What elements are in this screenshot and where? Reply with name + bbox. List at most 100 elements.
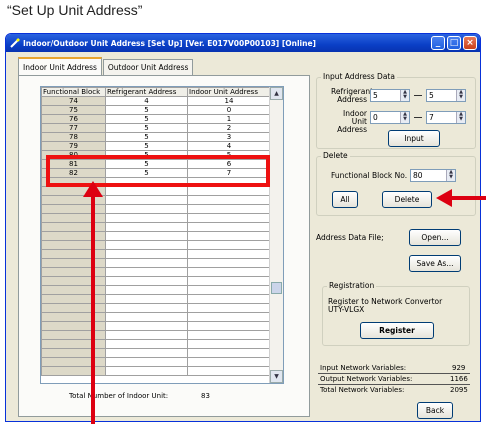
empty-cell[interactable] xyxy=(187,357,271,367)
empty-cell[interactable] xyxy=(105,276,188,286)
maximize-icon[interactable]: □ xyxy=(447,36,461,50)
empty-cell[interactable] xyxy=(187,222,271,232)
empty-cell[interactable] xyxy=(187,339,271,349)
empty-cell[interactable] xyxy=(105,303,188,313)
empty-cell[interactable] xyxy=(187,195,271,205)
cell-refrigerant-address[interactable]: 5 xyxy=(105,105,188,115)
empty-cell[interactable] xyxy=(187,231,271,241)
empty-cell[interactable] xyxy=(41,366,106,376)
empty-cell[interactable] xyxy=(41,357,106,367)
empty-cell[interactable] xyxy=(187,312,271,322)
cell-functional-block[interactable]: 79 xyxy=(41,141,106,151)
col-header-indoor-unit-address[interactable]: Indoor Unit Address xyxy=(187,87,271,97)
refrigerant-from-stepper[interactable]: 5 ▲ ▼ xyxy=(370,89,410,102)
empty-row[interactable] xyxy=(41,240,271,250)
empty-cell[interactable] xyxy=(105,285,188,295)
col-header-refrigerant-address[interactable]: Refrigerant Address xyxy=(105,87,188,97)
empty-cell[interactable] xyxy=(105,294,188,304)
cell-indoor-unit-address[interactable]: 1 xyxy=(187,114,271,124)
table-row[interactable]: 81 5 6 xyxy=(41,159,271,169)
refrigerant-to-stepper[interactable]: 5 ▲ ▼ xyxy=(426,89,466,102)
input-button[interactable]: Input xyxy=(388,130,440,147)
scroll-down-icon[interactable]: ▼ xyxy=(270,370,283,383)
cell-refrigerant-address[interactable]: 5 xyxy=(105,132,188,142)
table-row[interactable]: 77 5 2 xyxy=(41,123,271,133)
stepper-arrows-icon[interactable]: ▲ ▼ xyxy=(456,112,465,123)
empty-row[interactable] xyxy=(41,348,271,358)
empty-cell[interactable] xyxy=(41,312,106,322)
empty-cell[interactable] xyxy=(187,348,271,358)
empty-cell[interactable] xyxy=(105,267,188,277)
empty-cell[interactable] xyxy=(187,366,271,376)
cell-functional-block[interactable]: 82 xyxy=(41,168,106,178)
empty-cell[interactable] xyxy=(41,267,106,277)
empty-cell[interactable] xyxy=(105,339,188,349)
empty-cell[interactable] xyxy=(105,330,188,340)
cell-refrigerant-address[interactable]: 4 xyxy=(105,96,188,106)
empty-row[interactable] xyxy=(41,267,271,277)
cell-functional-block[interactable]: 80 xyxy=(41,150,106,160)
cell-functional-block[interactable]: 75 xyxy=(41,105,106,115)
empty-row[interactable] xyxy=(41,303,271,313)
empty-cell[interactable] xyxy=(187,249,271,259)
cell-indoor-unit-address[interactable]: 7 xyxy=(187,168,271,178)
cell-indoor-unit-address[interactable]: 3 xyxy=(187,132,271,142)
cell-refrigerant-address[interactable]: 5 xyxy=(105,123,188,133)
table-row[interactable]: 76 5 1 xyxy=(41,114,271,124)
empty-cell[interactable] xyxy=(105,186,188,196)
empty-cell[interactable] xyxy=(41,348,106,358)
empty-cell[interactable] xyxy=(187,303,271,313)
grid-scrollbar[interactable]: ▲ ▼ xyxy=(269,87,283,383)
scroll-thumb[interactable] xyxy=(271,282,282,294)
table-row[interactable]: 79 5 4 xyxy=(41,141,271,151)
cell-indoor-unit-address[interactable]: 4 xyxy=(187,141,271,151)
empty-cell[interactable] xyxy=(105,321,188,331)
cell-refrigerant-address[interactable]: 5 xyxy=(105,141,188,151)
minimize-icon[interactable]: _ xyxy=(431,36,445,50)
cell-functional-block[interactable]: 76 xyxy=(41,114,106,124)
address-grid[interactable]: Functional Block Refrigerant Address Ind… xyxy=(40,86,284,384)
scroll-up-icon[interactable]: ▲ xyxy=(270,87,283,100)
col-header-functional-block[interactable]: Functional Block xyxy=(41,87,106,97)
empty-cell[interactable] xyxy=(105,348,188,358)
empty-cell[interactable] xyxy=(187,276,271,286)
close-icon[interactable]: × xyxy=(463,36,477,50)
empty-row[interactable] xyxy=(41,222,271,232)
save-as-button[interactable]: Save As... xyxy=(409,255,461,272)
empty-row[interactable] xyxy=(41,249,271,259)
cell-indoor-unit-address[interactable]: 0 xyxy=(187,105,271,115)
indoor-to-stepper[interactable]: 7 ▲ ▼ xyxy=(426,111,466,124)
delete-all-button[interactable]: All xyxy=(332,191,358,208)
empty-row[interactable] xyxy=(41,357,271,367)
cell-indoor-unit-address[interactable]: 14 xyxy=(187,96,271,106)
empty-cell[interactable] xyxy=(41,330,106,340)
empty-cell[interactable] xyxy=(41,294,106,304)
stepper-arrows-icon[interactable]: ▲ ▼ xyxy=(400,90,409,101)
empty-row[interactable] xyxy=(41,366,271,376)
table-row[interactable]: 78 5 3 xyxy=(41,132,271,142)
cell-functional-block[interactable]: 77 xyxy=(41,123,106,133)
table-row[interactable]: 82 5 7 xyxy=(41,168,271,178)
empty-cell[interactable] xyxy=(187,267,271,277)
stepper-arrows-icon[interactable]: ▲ ▼ xyxy=(400,112,409,123)
stepper-arrows-icon[interactable]: ▲ ▼ xyxy=(446,170,455,181)
empty-row[interactable] xyxy=(41,177,271,187)
register-button[interactable]: Register xyxy=(360,322,434,339)
empty-cell[interactable] xyxy=(41,213,106,223)
empty-row[interactable] xyxy=(41,276,271,286)
empty-row[interactable] xyxy=(41,285,271,295)
empty-cell[interactable] xyxy=(105,240,188,250)
empty-cell[interactable] xyxy=(105,357,188,367)
cell-refrigerant-address[interactable]: 5 xyxy=(105,150,188,160)
empty-row[interactable] xyxy=(41,294,271,304)
empty-cell[interactable] xyxy=(41,276,106,286)
empty-row[interactable] xyxy=(41,231,271,241)
empty-cell[interactable] xyxy=(187,240,271,250)
empty-cell[interactable] xyxy=(41,285,106,295)
empty-cell[interactable] xyxy=(41,258,106,268)
cell-functional-block[interactable]: 74 xyxy=(41,96,106,106)
empty-cell[interactable] xyxy=(41,249,106,259)
empty-cell[interactable] xyxy=(105,177,188,187)
empty-row[interactable] xyxy=(41,330,271,340)
empty-row[interactable] xyxy=(41,204,271,214)
